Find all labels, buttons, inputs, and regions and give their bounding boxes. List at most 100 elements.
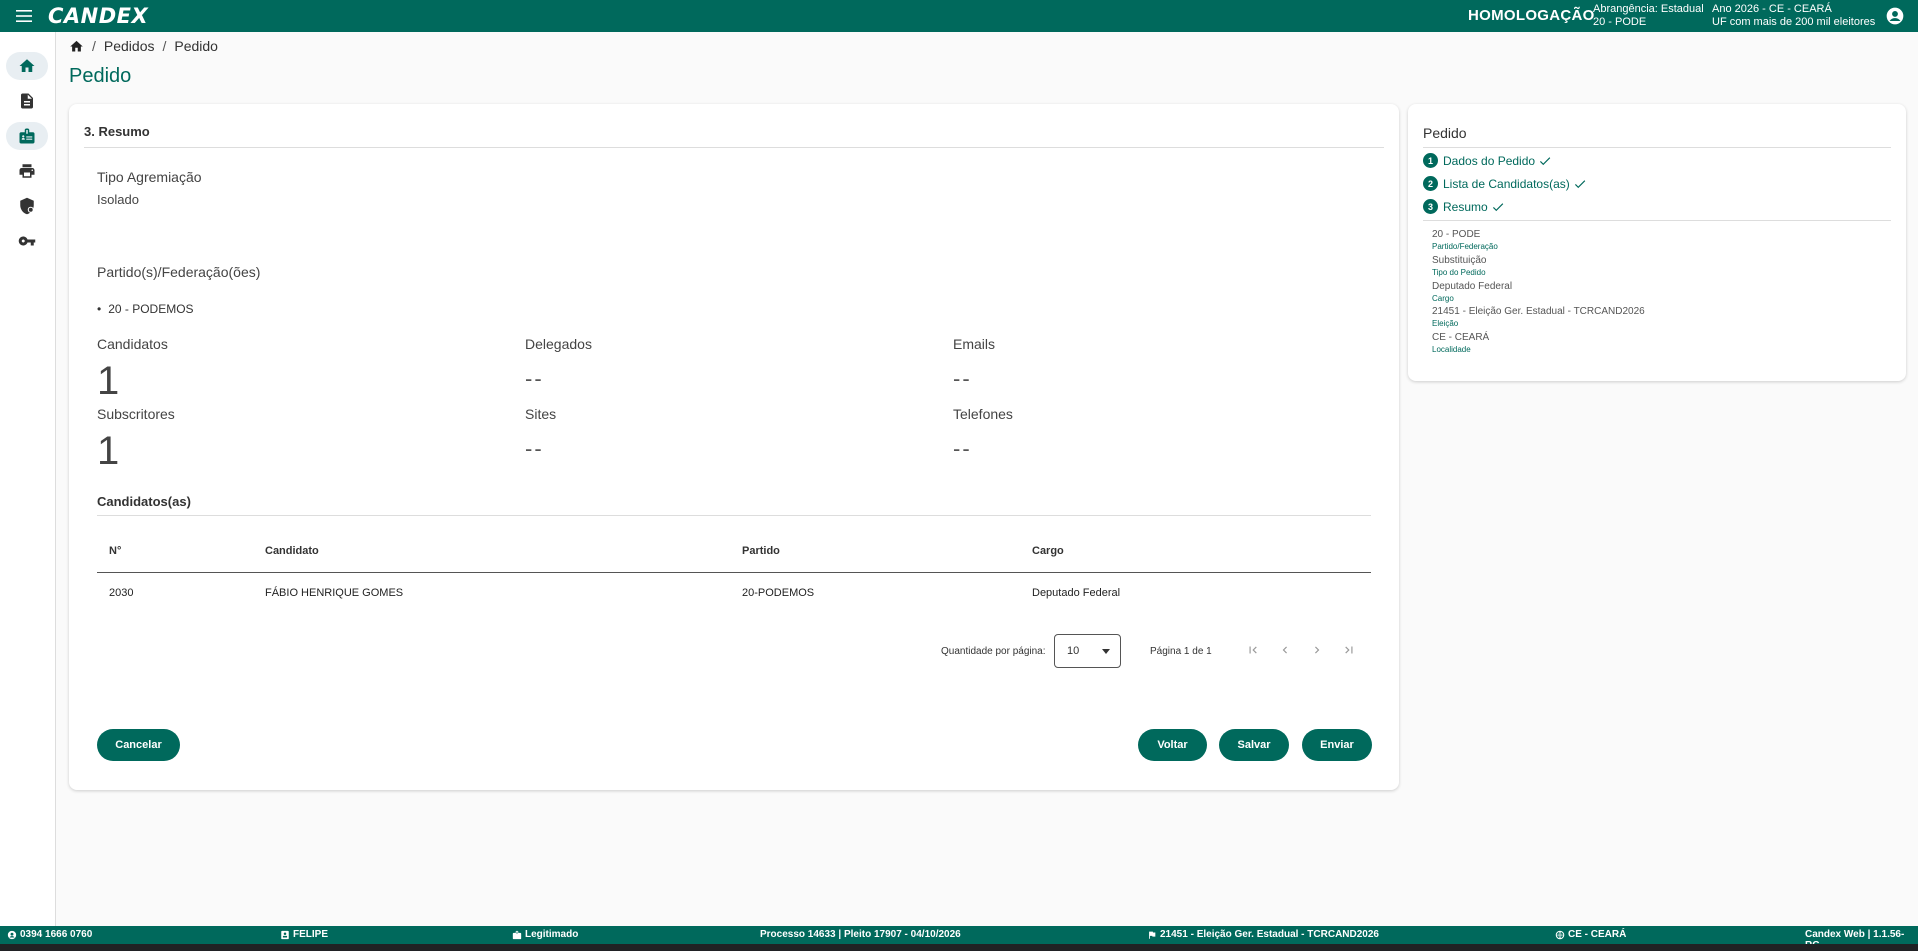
home-icon xyxy=(19,59,35,72)
id-card-icon xyxy=(281,930,289,939)
footer-locality: CE - CEARÁ xyxy=(1555,929,1626,940)
info-localidade-value: CE - CEARÁ xyxy=(1432,332,1490,343)
info-eleicao-value: 21451 - Eleição Ger. Estadual - TCRCAND2… xyxy=(1432,306,1645,317)
nav-print-icon[interactable] xyxy=(6,157,48,185)
steps-divider xyxy=(1423,220,1891,221)
last-page-button[interactable] xyxy=(1338,639,1360,661)
nav-key-icon[interactable] xyxy=(6,227,48,255)
breadcrumb-separator: / xyxy=(162,38,167,54)
footer-process: Processo 14633 | Pleito 17907 - 04/10/20… xyxy=(760,929,961,940)
breadcrumb-separator: / xyxy=(92,38,96,54)
scope-info: Abrangência: Estadual 20 - PODE xyxy=(1593,3,1704,29)
candidatos-section-title: Candidatos(as) xyxy=(97,494,191,509)
last-page-icon xyxy=(1345,646,1353,654)
delegados-label: Delegados xyxy=(525,336,592,352)
cell-partido: 20-PODEMOS xyxy=(742,587,815,599)
nav-badge-icon[interactable] xyxy=(6,122,48,150)
candidatos-count: 1 xyxy=(97,359,120,403)
account-icon[interactable] xyxy=(1885,6,1905,26)
document-icon xyxy=(21,93,33,109)
print-icon xyxy=(19,164,35,178)
breadcrumb-pedidos[interactable]: Pedidos xyxy=(104,38,155,54)
side-divider xyxy=(1423,147,1891,148)
scope-line: Abrangência: Estadual xyxy=(1593,3,1704,15)
taskbar-strip xyxy=(0,944,1918,951)
page-title: Pedido xyxy=(69,65,132,87)
app-logo[interactable]: CANDEX xyxy=(48,4,148,28)
footer-election: 21451 - Eleição Ger. Estadual - TCRCAND2… xyxy=(1147,929,1379,940)
footer-user-text: FELIPE xyxy=(293,929,329,940)
info-localidade-label: Localidade xyxy=(1432,345,1471,354)
nav-home-icon[interactable] xyxy=(6,52,48,80)
col-header-numero[interactable]: N° xyxy=(109,545,121,557)
globe-icon xyxy=(1555,930,1565,939)
step-label: Resumo xyxy=(1443,199,1488,214)
section-divider xyxy=(84,147,1384,148)
nav-document-icon[interactable] xyxy=(6,87,48,115)
status-footer: 0394 1666 0760 FELIPE Legitimado Process… xyxy=(0,926,1918,951)
subscritores-label: Subscritores xyxy=(97,406,175,422)
breadcrumb-home-icon[interactable] xyxy=(69,39,84,54)
step-number: 2 xyxy=(1423,176,1438,191)
account-circle-icon xyxy=(7,930,17,939)
first-page-icon xyxy=(1249,646,1257,654)
tipo-agremiacao-value: Isolado xyxy=(97,192,139,207)
year-info: Ano 2026 - CE - CEARÁ UF com mais de 200… xyxy=(1712,3,1875,29)
step-label: Lista de Candidatos(as) xyxy=(1443,176,1570,191)
chevron-left-icon xyxy=(1282,646,1287,654)
back-button[interactable]: Voltar xyxy=(1138,729,1207,761)
page-size-value: 10 xyxy=(1067,645,1080,657)
flag-icon xyxy=(1149,931,1156,939)
prev-page-button[interactable] xyxy=(1274,639,1296,661)
footer-user: FELIPE xyxy=(280,929,328,940)
partido-list-item: 20 - PODEMOS xyxy=(97,302,193,316)
summary-card: 3. Resumo Tipo Agremiação Isolado Partid… xyxy=(69,104,1399,790)
col-header-candidato[interactable]: Candidato xyxy=(265,545,319,557)
save-button[interactable]: Salvar xyxy=(1219,729,1289,761)
cell-cargo: Deputado Federal xyxy=(1032,587,1121,599)
next-page-button[interactable] xyxy=(1306,639,1328,661)
col-header-cargo[interactable]: Cargo xyxy=(1032,545,1064,557)
send-button[interactable]: Enviar xyxy=(1302,729,1372,761)
cell-candidato: FÁBIO HENRIQUE GOMES xyxy=(265,587,404,599)
dropdown-arrow-icon xyxy=(1102,649,1110,654)
top-bar: CANDEX HOMOLOGAÇÃO Abrangência: Estadual… xyxy=(0,0,1918,32)
table-header-line xyxy=(97,572,1371,573)
uf-line: UF com mais de 200 mil eleitores xyxy=(1712,16,1876,28)
check-icon xyxy=(1492,202,1503,211)
check-icon xyxy=(1574,179,1585,188)
emails-label: Emails xyxy=(953,336,996,352)
delegados-count: -- xyxy=(525,366,544,391)
order-progress-card: Pedido 1 Dados do Pedido 2 Lista de Cand… xyxy=(1408,104,1906,381)
key-icon xyxy=(18,236,36,246)
step-number: 1 xyxy=(1423,153,1438,168)
nav-security-icon[interactable] xyxy=(6,192,48,220)
badge-icon xyxy=(19,128,35,144)
footer-phone-text: 0394 1666 0760 xyxy=(20,929,93,940)
col-header-partido[interactable]: Partido xyxy=(742,545,780,557)
step-dados-pedido[interactable]: 1 Dados do Pedido xyxy=(1423,153,1552,168)
info-partido-value: 20 - PODE xyxy=(1432,229,1481,240)
footer-locality-text: CE - CEARÁ xyxy=(1568,929,1627,940)
first-page-button[interactable] xyxy=(1242,639,1264,661)
step-lista-candidatos[interactable]: 2 Lista de Candidatos(as) xyxy=(1423,176,1587,191)
footer-election-text: 21451 - Eleição Ger. Estadual - TCRCAND2… xyxy=(1160,929,1379,940)
footer-process-text: Processo 14633 | Pleito 17907 - 04/10/20… xyxy=(760,929,961,940)
check-icon xyxy=(1540,156,1551,165)
partidos-label: Partido(s)/Federação(ões) xyxy=(97,264,261,280)
cancel-button[interactable]: Cancelar xyxy=(97,729,180,761)
menu-icon[interactable] xyxy=(12,0,36,32)
page-range-label: Página 1 de 1 xyxy=(1150,646,1212,657)
shield-icon xyxy=(20,197,34,215)
page-size-select[interactable]: 10 xyxy=(1054,634,1121,668)
sites-count: -- xyxy=(525,436,544,461)
info-partido-label: Partido/Federação xyxy=(1432,242,1498,251)
sites-label: Sites xyxy=(525,406,557,422)
step-resumo[interactable]: 3 Resumo xyxy=(1423,199,1505,214)
environment-label: HOMOLOGAÇÃO xyxy=(1468,7,1595,24)
info-cargo-label: Cargo xyxy=(1432,294,1454,303)
info-tipo-label: Tipo do Pedido xyxy=(1432,268,1486,277)
info-cargo-value: Deputado Federal xyxy=(1432,281,1513,292)
telefones-count: -- xyxy=(953,436,972,461)
side-nav xyxy=(0,32,56,926)
